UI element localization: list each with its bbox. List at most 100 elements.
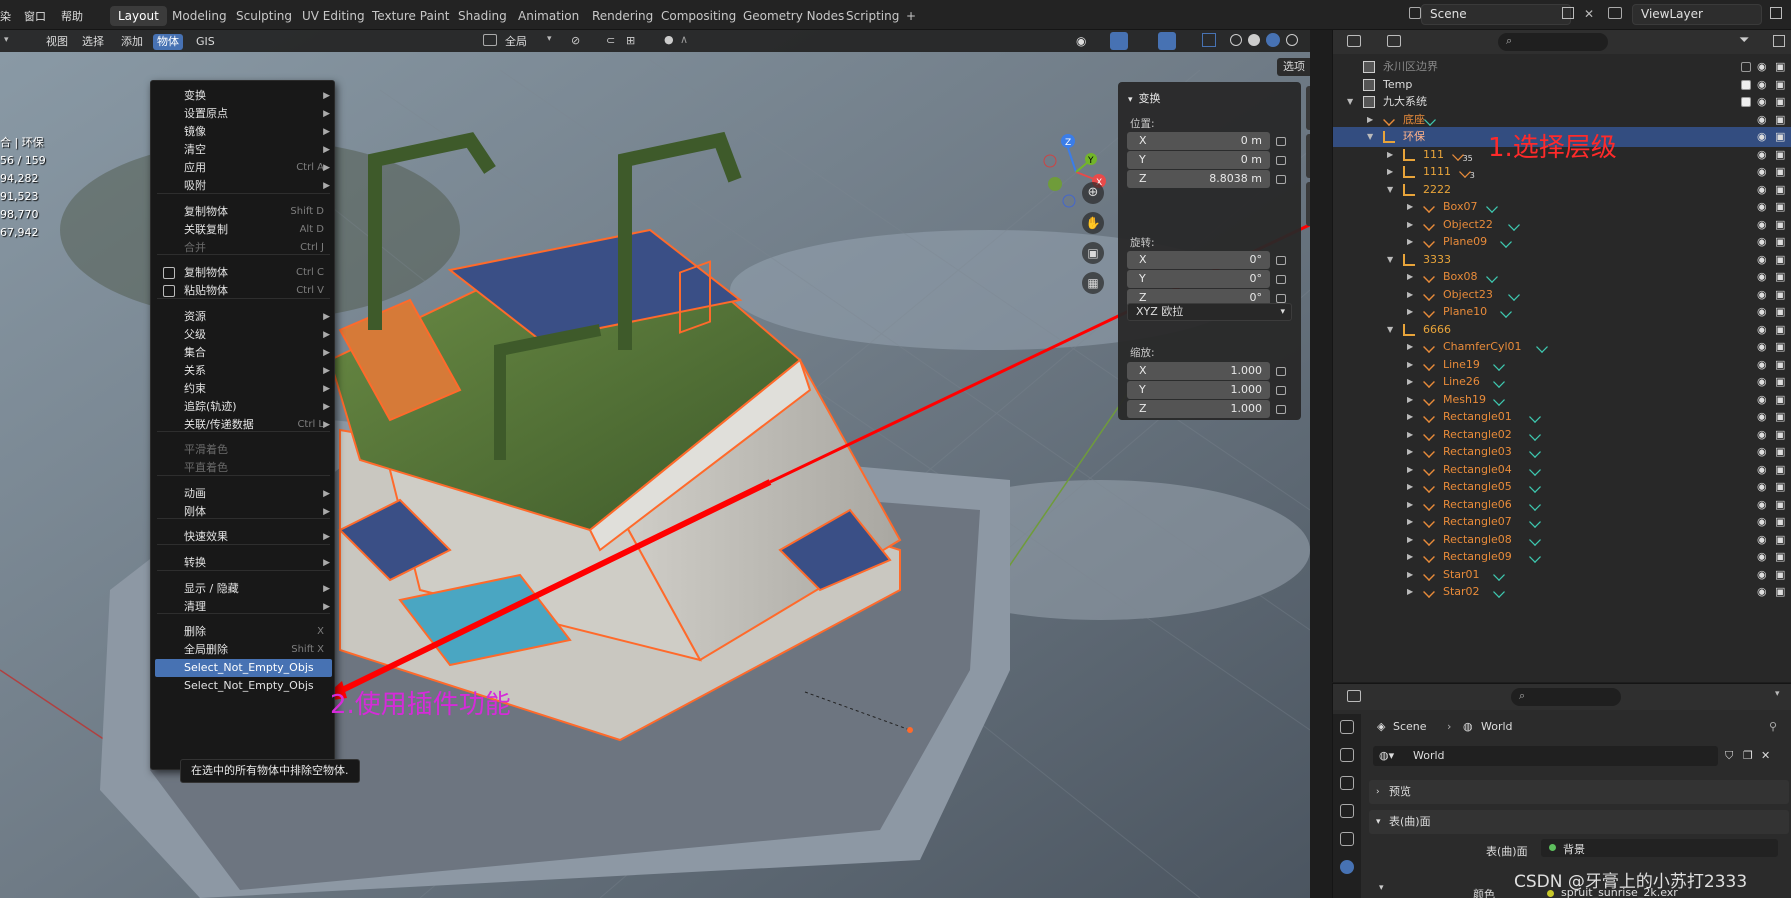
render-tab-icon[interactable] (1340, 748, 1354, 762)
camera-icon[interactable]: ▣ (1082, 242, 1104, 264)
transform-orientation[interactable]: 全局 (501, 34, 531, 50)
menu-item-24[interactable]: 转换 ▶ (151, 554, 336, 572)
chevron-down-icon[interactable]: ▾ (1775, 689, 1780, 699)
menu-item-27[interactable]: 删除 X (151, 623, 336, 641)
new-collection-icon[interactable] (1773, 35, 1785, 47)
menu-help[interactable]: 帮助 (61, 8, 83, 24)
pin-icon[interactable]: ⚲ (1769, 720, 1777, 733)
menu-item-25[interactable]: 显示 / 隐藏 ▶ (151, 580, 336, 598)
scale-y-field[interactable]: Y 1.000 (1127, 381, 1270, 399)
lock-icon[interactable] (1276, 386, 1286, 395)
exclude-checkbox[interactable] (1741, 62, 1751, 72)
world-tab-icon[interactable] (1340, 860, 1354, 874)
menu-select[interactable]: 选择 (78, 34, 108, 50)
workspace-tab-scripting[interactable]: Scripting (838, 6, 907, 26)
menu-item-28[interactable]: 全局删除 Shift X (151, 641, 336, 659)
duplicate-icon[interactable]: ❐ (1743, 749, 1753, 762)
menu-render[interactable]: 染 (0, 8, 11, 24)
fake-user-icon[interactable]: ⛉ (1725, 749, 1733, 763)
menu-gis[interactable]: GIS (192, 34, 219, 50)
overlay-toggle-icon[interactable] (1158, 32, 1176, 50)
display-mode-icon[interactable] (1387, 35, 1401, 47)
menu-item-18[interactable]: 关联/传递数据 Ctrl L ▶ (151, 416, 336, 434)
rotation-mode-select[interactable]: XYZ 欧拉 ▾ (1127, 303, 1292, 321)
gizmo-toggle-icon[interactable] (1110, 32, 1128, 50)
lock-icon[interactable] (1276, 256, 1286, 265)
lock-icon[interactable] (1276, 367, 1286, 376)
menu-item-23[interactable]: 快速效果 ▶ (151, 528, 336, 546)
menu-item-21[interactable]: 动画 ▶ (151, 485, 336, 503)
workspace-tab-compositing[interactable]: Compositing (653, 6, 744, 26)
wireframe-shading-icon[interactable] (1230, 34, 1242, 46)
location-z-field[interactable]: Z 8.8038 m (1127, 170, 1270, 188)
filter-icon[interactable]: ⏷ (1739, 33, 1749, 48)
tool-tab-icon[interactable] (1340, 720, 1354, 734)
menu-item-5[interactable]: 应用 Ctrl A ▶ (151, 159, 336, 177)
snap-icon[interactable]: ⊂ (606, 34, 615, 47)
side-tab-view[interactable]: 视图 (1306, 182, 1310, 226)
expand-right-icon[interactable]: ▶ (1407, 582, 1413, 602)
menu-item-7[interactable]: 复制物体 Shift D (151, 203, 336, 221)
snap-target-icon[interactable]: ⊞ (626, 34, 635, 47)
menu-item-30[interactable]: Select_Not_Empty_Objs (151, 677, 336, 695)
menu-view[interactable]: 视图 (42, 34, 72, 50)
menu-item-22[interactable]: 刚体 ▶ (151, 503, 336, 521)
new-scene-icon[interactable] (1562, 7, 1574, 19)
scale-x-field[interactable]: X 1.000 (1127, 362, 1270, 380)
menu-item-13[interactable]: 父级 ▶ (151, 326, 336, 344)
workspace-tab-layout[interactable]: Layout (110, 6, 167, 26)
add-workspace-button[interactable]: + (898, 6, 924, 26)
menu-item-8[interactable]: 关联复制 Alt D (151, 221, 336, 239)
menu-item-4[interactable]: 清空 ▶ (151, 141, 336, 159)
menu-item-17[interactable]: 追踪(轨迹) ▶ (151, 398, 336, 416)
new-view-layer-icon[interactable] (1770, 7, 1782, 19)
menu-item-10[interactable]: 复制物体 Ctrl C (151, 264, 336, 282)
breadcrumb-scene[interactable]: Scene (1393, 720, 1427, 733)
menu-item-26[interactable]: 清理 ▶ (151, 598, 336, 616)
outliner-search-input[interactable]: ⌕ (1498, 33, 1608, 51)
unlink-icon[interactable]: ✕ (1761, 749, 1770, 762)
lock-icon[interactable] (1276, 175, 1286, 184)
panel-preview[interactable]: › 预览 (1369, 780, 1789, 804)
view-layer-tab-icon[interactable] (1340, 804, 1354, 818)
pivot-icon[interactable]: ⊘ (571, 34, 580, 47)
workspace-tab-rendering[interactable]: Rendering (584, 6, 661, 26)
breadcrumb-world[interactable]: World (1481, 720, 1513, 733)
rotation-x-field[interactable]: X 0° (1127, 251, 1270, 269)
lock-icon[interactable] (1276, 275, 1286, 284)
pan-hand-icon[interactable]: ✋ (1082, 212, 1104, 234)
scale-z-field[interactable]: Z 1.000 (1127, 400, 1270, 418)
location-y-field[interactable]: Y 0 m (1127, 151, 1270, 169)
menu-item-1[interactable]: 变换 ▶ (151, 87, 336, 105)
menu-item-29[interactable]: Select_Not_Empty_Objs (155, 659, 332, 677)
exclude-checkbox[interactable] (1741, 97, 1751, 107)
workspace-tab-texture-paint[interactable]: Texture Paint (364, 6, 457, 26)
delete-scene-icon[interactable]: ✕ (1584, 7, 1594, 21)
lock-icon[interactable] (1276, 137, 1286, 146)
lock-icon[interactable] (1276, 294, 1286, 303)
properties-search-input[interactable]: ⌕ (1511, 688, 1621, 706)
location-x-field[interactable]: X 0 m (1127, 132, 1270, 150)
menu-item-14[interactable]: 集合 ▶ (151, 344, 336, 362)
collapse-chevron-icon[interactable]: ▾ (1128, 95, 1133, 105)
menu-add[interactable]: 添加 (117, 34, 147, 50)
render-camera-icon[interactable]: ▣ (1775, 582, 1785, 602)
menu-item-12[interactable]: 资源 ▶ (151, 308, 336, 326)
menu-item-11[interactable]: 粘贴物体 Ctrl V (151, 282, 336, 300)
menu-item-15[interactable]: 关系 ▶ (151, 362, 336, 380)
mode-dropdown-icon[interactable]: ▾ (4, 35, 9, 45)
lock-icon[interactable] (1276, 405, 1286, 414)
outliner-row[interactable]: ▶ Star02 ◉ ▣ (1333, 582, 1791, 602)
workspace-tab-uv-editing[interactable]: UV Editing (294, 6, 373, 26)
workspace-tab-geometry-nodes[interactable]: Geometry Nodes (735, 6, 852, 26)
rotation-y-field[interactable]: Y 0° (1127, 270, 1270, 288)
lock-icon[interactable] (1276, 156, 1286, 165)
rendered-shading-icon[interactable] (1286, 34, 1298, 46)
zoom-icon[interactable]: ⊕ (1082, 182, 1104, 204)
workspace-tab-shading[interactable]: Shading (450, 6, 515, 26)
workspace-tab-sculpting[interactable]: Sculpting (228, 6, 300, 26)
eye-icon[interactable]: ◉ (1757, 582, 1767, 602)
menu-item-6[interactable]: 吸附 ▶ (151, 177, 336, 195)
material-shading-icon[interactable] (1266, 33, 1280, 47)
solid-shading-icon[interactable] (1248, 34, 1260, 46)
